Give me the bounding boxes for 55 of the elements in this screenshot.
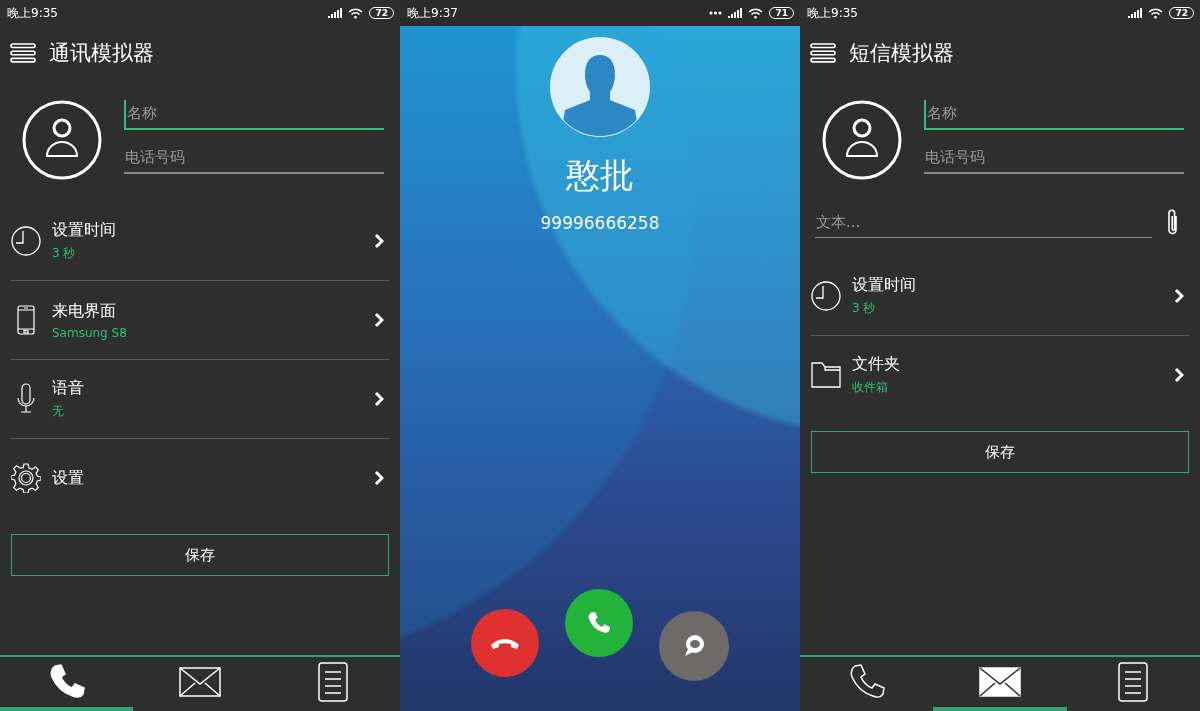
chevron-right-icon	[374, 312, 384, 328]
setting-label[interactable]: 文件夹	[852, 354, 1174, 375]
microphone-icon	[16, 383, 36, 415]
wifi-icon	[748, 7, 764, 19]
message-field[interactable]: 文本...	[815, 208, 1152, 238]
chevron-right-icon	[374, 470, 384, 486]
status-time: 晚上9:37	[407, 4, 458, 22]
wifi-icon	[1148, 7, 1164, 19]
phone-handset-icon	[586, 610, 612, 636]
screen-title: 通讯模拟器	[49, 40, 154, 67]
setting-label[interactable]: 设置时间	[52, 220, 374, 241]
avatar-silhouette-icon	[550, 37, 650, 137]
setting-label[interactable]: 设置时间	[852, 275, 1174, 296]
caller-name: 憨批	[566, 154, 634, 197]
setting-value: 收件箱	[852, 379, 889, 396]
chevron-right-icon	[374, 391, 384, 407]
screen-title: 短信模拟器	[849, 40, 954, 67]
settings-icon	[11, 463, 41, 493]
setting-label[interactable]: 来电界面	[52, 300, 374, 322]
signal-icon	[1128, 8, 1143, 18]
chevron-right-icon	[1174, 367, 1184, 383]
status-time: 晚上9:35	[807, 4, 858, 22]
folder-icon	[811, 361, 841, 389]
wifi-icon	[348, 7, 364, 19]
signal-icon	[328, 8, 343, 18]
chevron-right-icon	[1174, 288, 1184, 304]
setting-value: Samsung S8	[52, 325, 128, 340]
hang-up-icon	[490, 637, 520, 649]
setting-value: 3 秒	[52, 245, 77, 262]
text-field[interactable]: 电话号码	[924, 144, 1184, 174]
avatar-icon[interactable]	[822, 100, 902, 180]
save-button[interactable]: 保存	[11, 534, 389, 576]
setting-value: 无	[52, 403, 65, 420]
setting-label[interactable]: 语音	[52, 378, 374, 399]
document-icon[interactable]	[1118, 662, 1149, 702]
setting-value: 3 秒	[852, 300, 877, 317]
text-field[interactable]: 名称	[924, 100, 1184, 130]
setting-label[interactable]: 设置	[52, 467, 374, 489]
envelope-icon[interactable]	[979, 667, 1021, 697]
notification-dots-icon	[709, 11, 723, 15]
chat-bubble-icon	[682, 634, 706, 658]
menu-icon[interactable]	[10, 43, 36, 63]
menu-icon[interactable]	[810, 43, 836, 63]
caller-number: 99996666258	[540, 213, 660, 233]
avatar-icon[interactable]	[22, 100, 102, 180]
chevron-right-icon	[374, 233, 384, 249]
text-field[interactable]: 名称	[124, 100, 384, 130]
document-icon[interactable]	[318, 662, 349, 702]
signal-icon	[728, 8, 743, 18]
clock-icon	[811, 281, 841, 311]
clock-icon	[11, 226, 41, 256]
save-button[interactable]: 保存	[811, 431, 1189, 473]
text-field[interactable]: 电话号码	[124, 144, 384, 174]
smartphone-icon	[17, 305, 35, 335]
status-time: 晚上9:35	[7, 4, 58, 22]
